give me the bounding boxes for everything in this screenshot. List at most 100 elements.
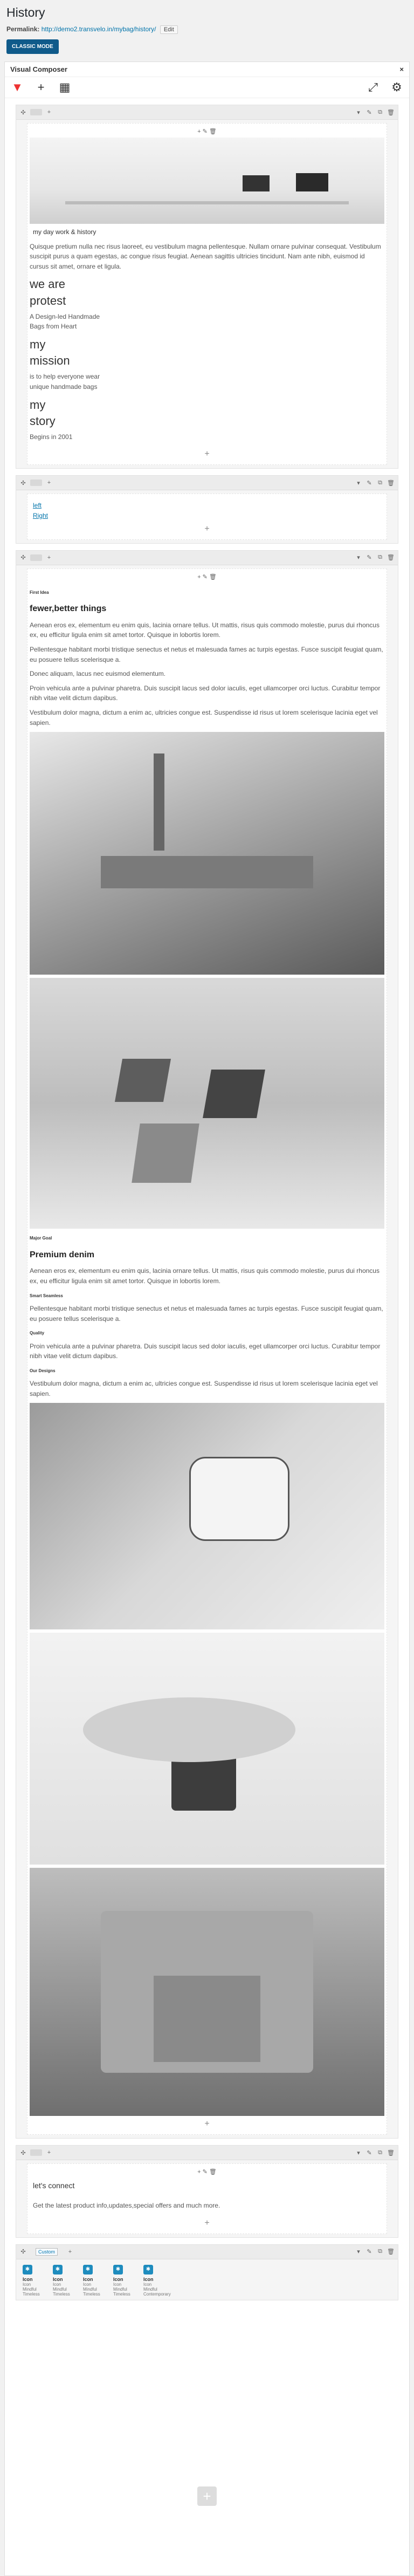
star-icon[interactable]: ✱ (113, 2264, 123, 2274)
leather-pieces-image (30, 978, 384, 1229)
paragraph-5: Vestibulum dolor magna, dictum a enim ac… (30, 709, 378, 727)
add-element-below-button[interactable]: + (27, 448, 387, 460)
star-icon[interactable]: ✱ (143, 2264, 153, 2274)
move-icon[interactable]: ✣ (19, 554, 27, 561)
layout-icon[interactable] (30, 2149, 42, 2156)
heading-mission: mission (30, 354, 70, 368)
add-column-icon[interactable]: + (45, 2149, 53, 2156)
woman-with-bag-image (30, 1633, 384, 1865)
edit-icon[interactable]: ✎ (365, 108, 373, 116)
bag-pattern-image (30, 1403, 384, 1630)
add-element-button[interactable]: + (197, 2486, 217, 2506)
label-quality: Quality (30, 1331, 45, 1336)
delete-icon[interactable]: 🗑 (387, 2149, 395, 2156)
edit-icon[interactable]: ✎ (365, 554, 373, 561)
heading-story: story (30, 414, 56, 428)
label-our-designs: Our Designs (30, 1368, 56, 1373)
fullscreen-icon[interactable]: ⤢ (366, 80, 380, 94)
add-tab-icon[interactable]: + (66, 2248, 74, 2256)
delete-icon[interactable]: 🗑 (387, 2248, 395, 2256)
add-column-icon[interactable]: + (45, 554, 53, 561)
bag-interior-image (30, 1868, 384, 2116)
icon-text: Timeless (53, 2291, 70, 2297)
move-icon[interactable]: ✣ (19, 108, 27, 116)
vc-header: Visual Composer × (5, 62, 409, 77)
row-controls: ✣ + ▾ ✎ ⧉ 🗑 (16, 476, 398, 491)
paragraph-3: Donec aliquam, lacus nec euismod element… (30, 670, 166, 678)
icon-columns: ✱ Icon Icon Mindful Timeless ✱ Icon Icon… (16, 2259, 398, 2300)
column-content: my day work & history Quisque pretium nu… (27, 135, 387, 448)
paragraph-help: is to help everyone wear (30, 373, 100, 381)
label-first-idea: First Idea (30, 590, 49, 595)
label-smart-seamless: Smart Seamless (30, 1293, 63, 1298)
collapse-icon[interactable]: ▾ (355, 2149, 362, 2156)
copy-icon[interactable]: ⧉ (376, 479, 384, 487)
star-icon[interactable]: ✱ (23, 2264, 32, 2274)
custom-tab[interactable]: Custom (36, 2248, 58, 2256)
layout-icon[interactable] (30, 109, 42, 115)
star-icon[interactable]: ✱ (53, 2264, 63, 2274)
paragraph-1: Aenean eros ex, elementum eu enim quis, … (30, 621, 380, 639)
edit-permalink-button[interactable]: Edit (160, 25, 178, 34)
vc-column: + ✎ 🗑 First Idea fewer,better things Aen… (27, 568, 387, 2135)
heading-fewer-better: fewer,better things (30, 604, 107, 614)
column-tools[interactable]: + ✎ 🗑 (27, 2168, 387, 2176)
star-icon[interactable]: ✱ (83, 2264, 93, 2274)
row-controls: ✣ + ▾ ✎ ⧉ 🗑 (16, 550, 398, 565)
column-content: First Idea fewer,better things Aenean er… (27, 581, 387, 2119)
icon-text: Timeless (23, 2291, 40, 2297)
icon-text: Mindful (83, 2286, 97, 2292)
edit-icon[interactable]: ✎ (365, 479, 373, 487)
heading-my-1: my (30, 337, 46, 351)
collapse-icon[interactable]: ▾ (355, 479, 362, 487)
delete-icon[interactable]: 🗑 (387, 108, 395, 116)
link-left[interactable]: left (33, 501, 384, 511)
layout-icon[interactable] (30, 479, 42, 487)
collapse-icon[interactable]: ▾ (355, 108, 362, 116)
add-element-below-button[interactable]: + (27, 2118, 387, 2130)
icon-title: Icon (23, 2276, 33, 2282)
move-icon[interactable]: ✣ (19, 2149, 27, 2156)
copy-icon[interactable]: ⧉ (376, 2149, 384, 2156)
paragraph-bags: Bags from Heart (30, 323, 77, 331)
permalink-link[interactable]: http://demo2.transvelo.in/mybag/history/ (42, 25, 156, 33)
move-icon[interactable]: ✣ (19, 2248, 27, 2256)
vc-logo-icon[interactable]: ▼ (10, 80, 24, 94)
icon-text: Icon (143, 2282, 152, 2287)
add-column-icon[interactable]: + (45, 479, 53, 487)
copy-icon[interactable]: ⧉ (376, 2248, 384, 2256)
icon-text: Icon (83, 2282, 92, 2287)
edit-icon[interactable]: ✎ (365, 2149, 373, 2156)
delete-icon[interactable]: 🗑 (387, 554, 395, 561)
collapse-icon[interactable]: ▾ (355, 554, 362, 561)
collapse-icon[interactable]: ▾ (355, 2248, 362, 2256)
layout-icon[interactable] (30, 554, 42, 561)
add-element-below-button[interactable]: + (27, 523, 387, 535)
classic-mode-button[interactable]: CLASSIC MODE (6, 39, 59, 54)
column-tools[interactable]: + ✎ 🗑 (27, 573, 387, 581)
templates-icon[interactable]: ▦ (58, 80, 72, 94)
add-column-icon[interactable]: + (45, 108, 53, 116)
column-tools[interactable]: + ✎ 🗑 (27, 128, 387, 135)
vc-column: + ✎ 🗑 let's connect Get the latest produ… (27, 2163, 387, 2234)
link-right[interactable]: Right (33, 511, 384, 521)
vc-close-icon[interactable]: × (399, 65, 404, 73)
icon-text: Mindful (23, 2286, 37, 2292)
add-element-below-button[interactable]: + (27, 2217, 387, 2229)
permalink-row: Permalink: http://demo2.transvelo.in/myb… (0, 23, 414, 36)
vc-column: + ✎ 🗑 my day work & history Quisque pret… (27, 123, 387, 465)
paragraph-9: Vestibulum dolor magna, dictum a enim ac… (30, 1380, 378, 1397)
heading-protest: protest (30, 293, 66, 307)
delete-icon[interactable]: 🗑 (387, 479, 395, 487)
paragraph-design: A Design-led Handmade (30, 312, 100, 320)
copy-icon[interactable]: ⧉ (376, 554, 384, 561)
vc-row-5: ✣ Custom + ▾ ✎ ⧉ 🗑 ✱ Icon Icon Mindful Timele… (16, 2244, 398, 2300)
icon-column: ✱ Icon Icon Mindful Timeless (53, 2263, 79, 2297)
heading-lets-connect: let's connect (33, 2181, 75, 2190)
copy-icon[interactable]: ⧉ (376, 108, 384, 116)
move-icon[interactable]: ✣ (19, 479, 27, 487)
edit-icon[interactable]: ✎ (365, 2248, 373, 2256)
settings-icon[interactable]: ⚙ (390, 80, 404, 94)
add-element-icon[interactable]: + (34, 80, 48, 94)
paragraph-begins: Begins in 2001 (30, 433, 73, 441)
